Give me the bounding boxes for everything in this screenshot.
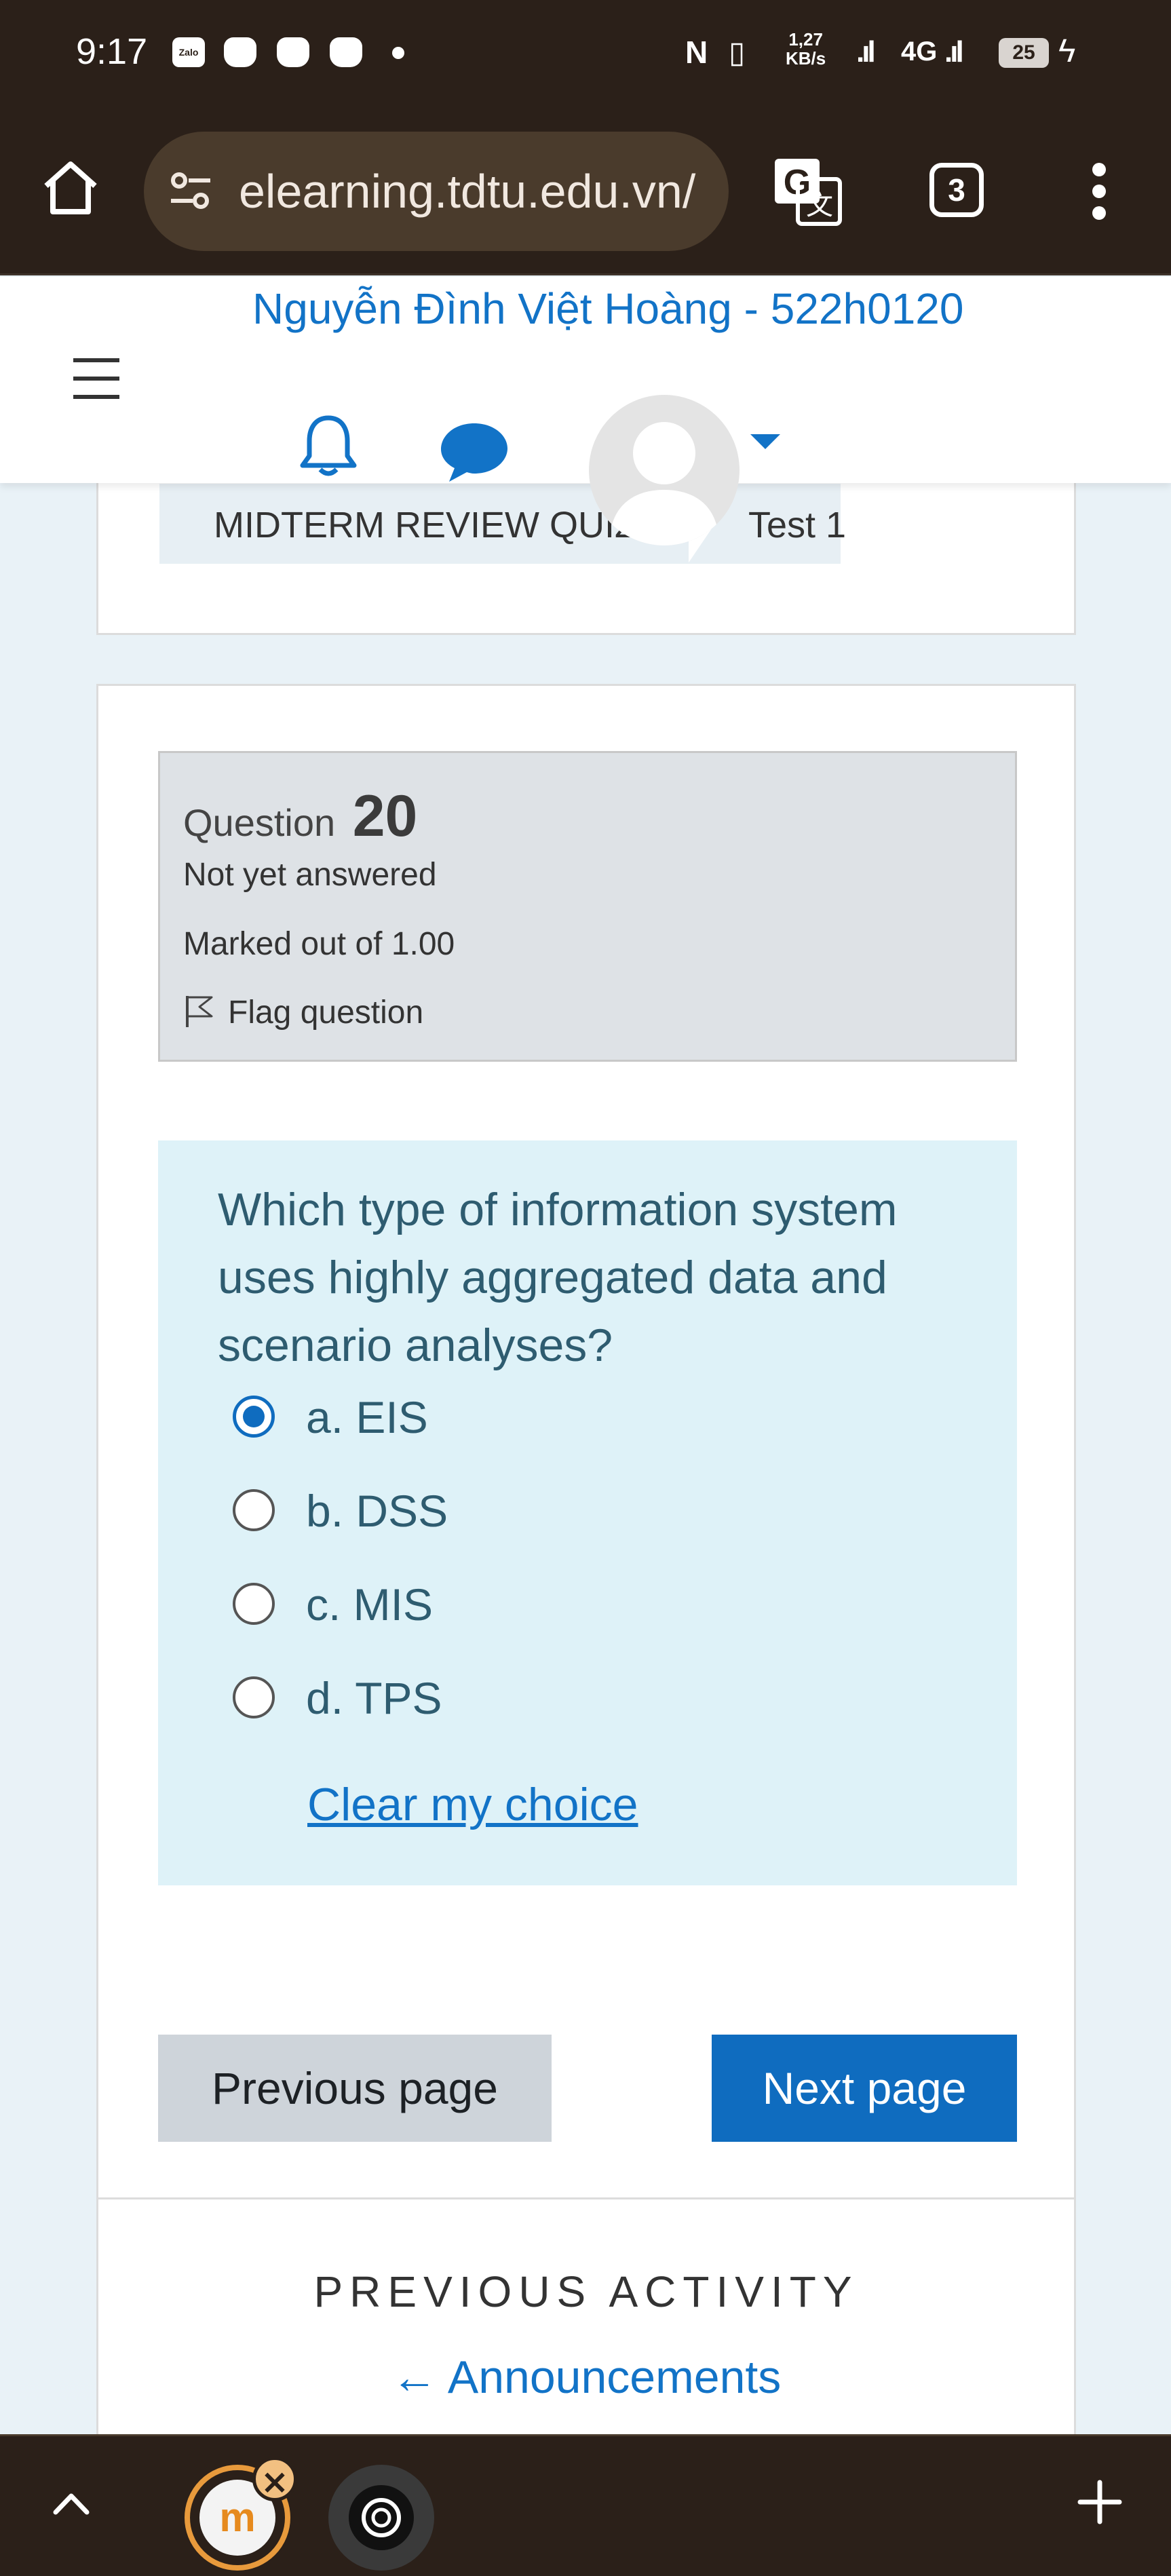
radio-unselected-icon[interactable]: [233, 1489, 275, 1531]
flag-question-button[interactable]: Flag question: [183, 993, 423, 1031]
radio-unselected-icon[interactable]: [233, 1676, 275, 1718]
more-options-icon[interactable]: [1086, 163, 1113, 231]
site-header: Nguyễn Đình Việt Hoàng - 522h0120: [0, 277, 1171, 545]
battery-icon: 25: [999, 38, 1049, 68]
plus-icon[interactable]: [1075, 2477, 1125, 2527]
answer-label[interactable]: a. EIS: [306, 1391, 428, 1443]
network-type: 4G: [901, 37, 938, 66]
default-user-icon: [609, 422, 719, 545]
question-content-box: Which type of information system uses hi…: [158, 1140, 1017, 1885]
question-label: Question: [183, 801, 336, 844]
next-page-button[interactable]: Next page: [712, 2035, 1017, 2142]
previous-activity-link[interactable]: ← Announcements: [98, 2351, 1074, 2404]
browser-bottom-bar: m ×: [0, 2434, 1171, 2576]
charging-icon: ϟ: [1058, 33, 1076, 69]
signal-icon: .ıl: [944, 35, 964, 69]
question-number-label: Question 20: [183, 783, 417, 850]
svg-text:文: 文: [806, 190, 833, 221]
browser-toolbar: elearning.tdtu.edu.vn/ G 文 3: [0, 109, 1171, 275]
network-speed-unit: KB/s: [786, 48, 826, 69]
vibrate-icon: ▯: [729, 36, 746, 69]
user-menu-caret-icon[interactable]: [750, 434, 780, 449]
hamburger-menu-icon[interactable]: [73, 358, 119, 399]
network-speed-value: 1,27: [788, 29, 823, 50]
discord-notification-icon: [330, 37, 362, 67]
openai-knot-icon: [362, 2498, 401, 2537]
clear-choice-link[interactable]: Clear my choice: [307, 1778, 638, 1831]
breadcrumb-item-quiz[interactable]: MIDTERM REVIEW QUIZ: [214, 504, 637, 546]
nfc-icon: N: [685, 35, 708, 70]
answer-label[interactable]: c. MIS: [306, 1579, 433, 1630]
flag-icon: [186, 996, 213, 1027]
translate-icon[interactable]: G 文: [772, 156, 843, 227]
previous-page-button[interactable]: Previous page: [158, 2035, 552, 2142]
discord-notification-icon: [224, 37, 256, 67]
question-info-box: Question 20 Not yet answered Marked out …: [158, 751, 1017, 1062]
messages-chat-icon[interactable]: [437, 417, 512, 484]
chatgpt-app-bubble[interactable]: [328, 2465, 434, 2571]
signal-icon: .ıl: [856, 35, 876, 69]
network-speed: 1,27 KB/s: [786, 30, 826, 68]
zalo-notification-icon: Zalo: [172, 37, 205, 67]
discord-notification-icon: [277, 37, 309, 67]
home-icon[interactable]: [39, 156, 102, 218]
chatgpt-logo-icon: [349, 2485, 414, 2550]
divider: [98, 2197, 1074, 2199]
question-card: Question 20 Not yet answered Marked out …: [96, 684, 1076, 2576]
question-state: Not yet answered: [183, 857, 437, 893]
breadcrumb: MIDTERM REVIEW QUIZ Test 1: [159, 484, 846, 564]
chevron-up-icon[interactable]: [47, 2481, 95, 2529]
status-time: 9:17: [76, 31, 148, 72]
previous-activity-heading: PREVIOUS ACTIVITY: [313, 2267, 859, 2316]
more-notifications-dot-icon: [392, 47, 404, 59]
url-text: elearning.tdtu.edu.vn/: [239, 165, 696, 218]
answer-label[interactable]: b. DSS: [306, 1485, 448, 1537]
question-text: Which type of information system uses hi…: [218, 1184, 898, 1371]
question-marks: Marked out of 1.00: [183, 926, 455, 962]
close-bubble-icon[interactable]: ×: [252, 2457, 297, 2501]
tab-switcher-button[interactable]: 3: [929, 163, 984, 217]
status-bar: 9:17 Zalo N ▯ 1,27 KB/s .ıl 4G .ıl 25 ϟ: [0, 0, 1171, 109]
user-name: Nguyễn Đình Việt Hoàng - 522h0120: [252, 284, 964, 333]
radio-selected-icon[interactable]: [233, 1396, 275, 1438]
user-avatar[interactable]: [589, 395, 740, 545]
answer-label[interactable]: d. TPS: [306, 1672, 442, 1724]
radio-unselected-icon[interactable]: [233, 1583, 275, 1625]
address-bar[interactable]: elearning.tdtu.edu.vn/: [144, 132, 729, 251]
breadcrumb-item-test[interactable]: Test 1: [748, 504, 846, 546]
flag-question-label: Flag question: [228, 995, 424, 1031]
notifications-bell-icon[interactable]: [299, 412, 358, 478]
question-number: 20: [352, 784, 418, 849]
site-settings-icon[interactable]: [168, 168, 213, 213]
